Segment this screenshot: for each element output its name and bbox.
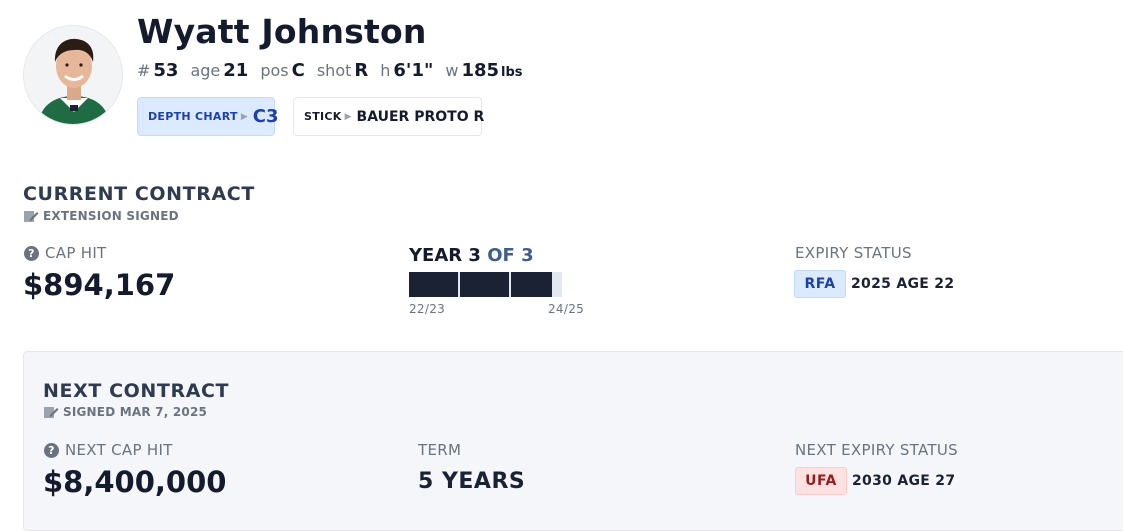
current-contract-title: CURRENT CONTRACT <box>23 183 255 205</box>
stick-label: STICK <box>304 110 342 123</box>
stat-weight-label: w <box>445 61 459 80</box>
next-contract-subtitle-text: SIGNED MAR 7, 2025 <box>63 405 208 419</box>
stat-position-value: C <box>291 60 305 81</box>
contract-end-season: 24/25 <box>548 302 585 316</box>
stat-weight-value: 185 <box>461 60 500 81</box>
next-contract-subtitle: SIGNED MAR 7, 2025 <box>43 405 207 419</box>
contract-year-total: OF 3 <box>487 245 534 266</box>
stat-shot: shot R <box>317 60 368 81</box>
next-expiry-status-text: 2030 AGE 27 <box>852 473 956 489</box>
stick-value: BAUER PROTO R <box>356 108 485 125</box>
player-headshot-icon <box>24 26 122 124</box>
chevron-right-icon: ▶ <box>240 111 248 122</box>
contract-progress-segment <box>409 272 458 297</box>
stat-height: h 6'1" <box>380 60 433 81</box>
stat-height-label: h <box>380 61 391 80</box>
cap-hit-label-text: CAP HIT <box>45 244 107 262</box>
contract-year-current: YEAR 3 <box>409 245 481 266</box>
stick-chip[interactable]: STICK ▶ BAUER PROTO R <box>293 97 485 136</box>
depth-chart-value: C3 <box>252 106 279 127</box>
stat-number: # 53 <box>137 60 178 81</box>
next-cap-hit-label: ? NEXT CAP HIT <box>44 441 173 459</box>
stat-height-value: 6'1" <box>393 60 434 81</box>
stat-age-value: 21 <box>223 60 249 81</box>
current-contract-subtitle: EXTENSION SIGNED <box>23 209 179 223</box>
edit-document-icon <box>44 407 59 418</box>
term-value: 5 YEARS <box>418 469 526 494</box>
stat-shot-label: shot <box>316 61 352 80</box>
stat-shot-value: R <box>354 60 369 81</box>
next-cap-hit-label-text: NEXT CAP HIT <box>65 441 173 459</box>
stat-number-label: # <box>137 61 151 80</box>
stat-weight: w 185 lbs <box>445 60 522 81</box>
cap-hit-value: $894,167 <box>23 268 176 302</box>
stat-position-label: pos <box>260 61 289 80</box>
stat-weight-unit: lbs <box>501 65 523 80</box>
question-circle-icon[interactable]: ? <box>44 442 59 458</box>
stat-age: age 21 <box>190 60 248 81</box>
stat-age-label: age <box>190 61 221 80</box>
current-contract-subtitle-text: EXTENSION SIGNED <box>43 209 179 223</box>
stat-position: pos C <box>260 60 305 81</box>
expiry-status-label: EXPIRY STATUS <box>795 244 912 262</box>
depth-chart-chip[interactable]: DEPTH CHART ▶ C3 <box>137 97 278 136</box>
contract-progress-segment <box>460 272 509 297</box>
contract-progress-bar <box>409 272 562 297</box>
stat-number-value: 53 <box>153 60 179 81</box>
next-expiry-status-badge: UFA <box>795 467 847 495</box>
cap-hit-label: ? CAP HIT <box>24 244 107 262</box>
term-label: TERM <box>418 441 462 459</box>
depth-chart-label: DEPTH CHART <box>148 110 238 123</box>
next-contract-card <box>23 351 1123 531</box>
contract-start-season: 22/23 <box>409 302 446 316</box>
next-contract-title: NEXT CONTRACT <box>43 380 230 402</box>
next-expiry-status-label: NEXT EXPIRY STATUS <box>795 441 958 459</box>
player-name: Wyatt Johnston <box>137 12 427 51</box>
chevron-right-icon: ▶ <box>344 111 352 122</box>
expiry-status-text: 2025 AGE 22 <box>851 276 955 292</box>
contract-year: YEAR 3 OF 3 <box>409 245 534 266</box>
question-circle-icon[interactable]: ? <box>24 245 39 261</box>
edit-document-icon <box>24 211 39 222</box>
expiry-status-badge: RFA <box>794 270 846 298</box>
next-cap-hit-value: $8,400,000 <box>43 465 227 499</box>
contract-progress-segment <box>511 272 552 297</box>
player-stats: # 53 age 21 pos C shot R h 6'1" w 185 lb… <box>137 60 535 81</box>
player-avatar <box>23 25 123 125</box>
